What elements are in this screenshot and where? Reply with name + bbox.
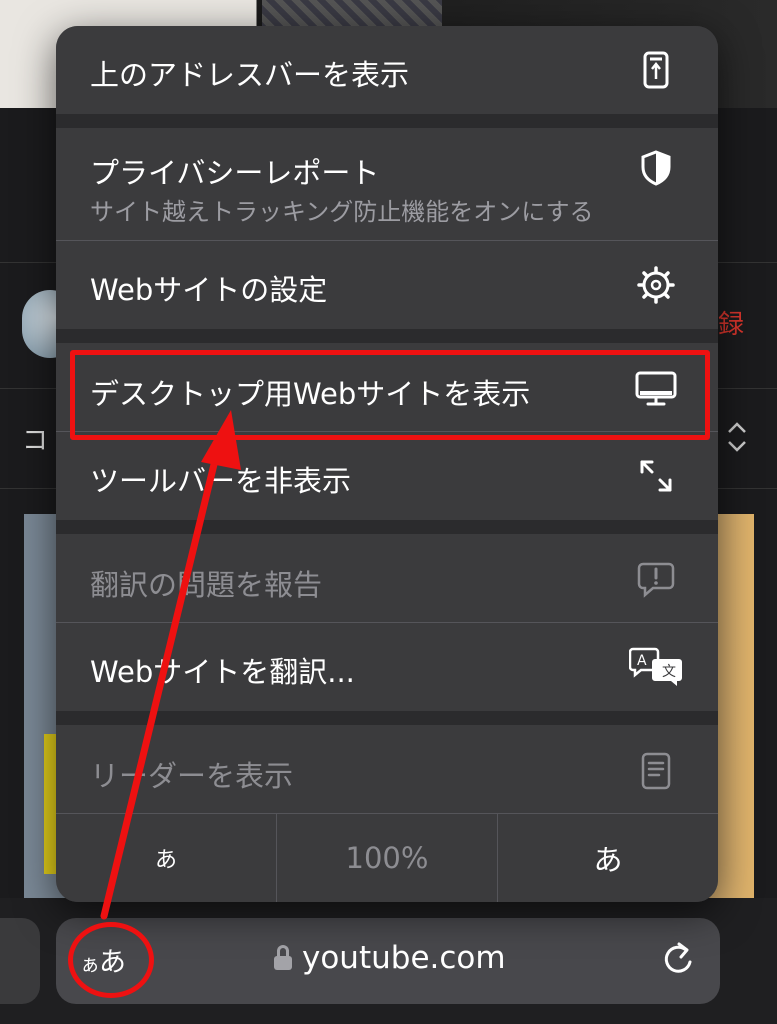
- menu-item-show-reader[interactable]: リーダーを表示: [56, 725, 718, 813]
- menu-item-label: プライバシーレポート: [90, 156, 380, 190]
- menu-group-gap: [56, 114, 718, 128]
- menu-item-label: リーダーを表示: [90, 759, 294, 793]
- svg-text:A: A: [637, 653, 647, 669]
- menu-item-label: ツールバーを非表示: [90, 464, 352, 498]
- menu-item-hide-toolbar[interactable]: ツールバーを非表示: [56, 432, 718, 520]
- increase-font-button[interactable]: あ: [498, 814, 718, 902]
- address-bar[interactable]: ぁあ youtube.com: [56, 918, 720, 1004]
- menu-item-label: Webサイトの設定: [90, 273, 328, 307]
- menu-group-gap: [56, 520, 718, 534]
- expand-arrows-icon: [634, 454, 678, 498]
- menu-item-label: 翻訳の問題を報告: [90, 568, 323, 602]
- shield-icon: [634, 146, 678, 190]
- lock-icon: [274, 945, 292, 971]
- menu-item-label: 上のアドレスバーを表示: [90, 58, 410, 92]
- gear-icon: [634, 263, 678, 307]
- menu-item-sublabel: サイト越えトラッキング防止機能をオンにする: [90, 198, 594, 226]
- page-menu-popup: 上のアドレスバーを表示 プライバシーレポート サイト越えトラッキング防止機能をオ…: [56, 26, 718, 902]
- menu-item-report-translation-issue[interactable]: 翻訳の問題を報告: [56, 534, 718, 622]
- menu-item-show-top-address-bar[interactable]: 上のアドレスバーを表示: [56, 26, 718, 114]
- menu-item-label: Webサイトを翻訳...: [90, 655, 355, 689]
- menu-group-gap: [56, 711, 718, 725]
- zoom-level-button[interactable]: 100%: [277, 814, 497, 902]
- font-size-controls: あ 100% あ: [56, 814, 718, 902]
- menu-group-gap: [56, 329, 718, 343]
- svg-text:文: 文: [662, 664, 676, 680]
- report-bubble-icon: [634, 558, 678, 602]
- chevron-up-down-icon[interactable]: [726, 420, 748, 454]
- url-text: youtube.com: [302, 940, 506, 976]
- highlight-annotation-circle: [68, 922, 154, 998]
- menu-item-translate-website[interactable]: Webサイトを翻訳... A 文: [56, 623, 718, 711]
- decrease-font-button[interactable]: あ: [56, 814, 276, 902]
- menu-item-website-settings[interactable]: Webサイトの設定: [56, 241, 718, 329]
- translate-icon: A 文: [628, 645, 684, 689]
- previous-tab-peek[interactable]: [0, 918, 40, 1004]
- highlight-annotation-box: [70, 350, 710, 440]
- reload-icon[interactable]: [660, 940, 696, 980]
- url-display[interactable]: youtube.com: [274, 940, 506, 976]
- subscribe-button-fragment[interactable]: 録: [718, 304, 744, 341]
- comments-header-fragment[interactable]: コ: [22, 420, 48, 457]
- menu-item-privacy-report[interactable]: プライバシーレポート サイト越えトラッキング防止機能をオンにする: [56, 128, 718, 240]
- address-bar-top-icon: [634, 48, 678, 92]
- reader-icon: [634, 749, 678, 793]
